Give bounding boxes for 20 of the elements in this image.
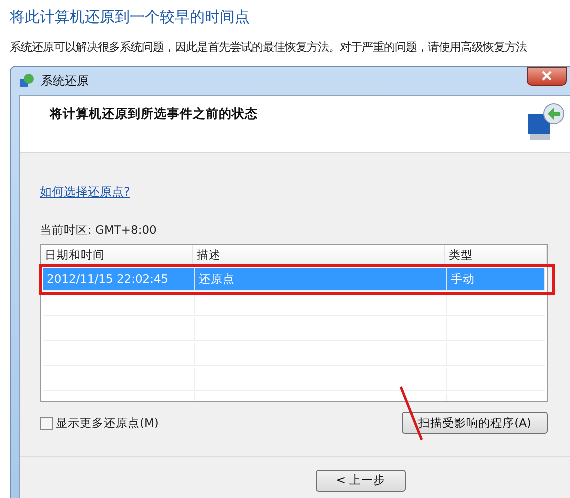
- timezone-label: 当前时区: GMT+8:00: [40, 223, 158, 238]
- computer-restore-icon: [526, 102, 566, 142]
- page-title: 将此计算机还原到一个较早的时间点: [9, 7, 251, 28]
- page-description: 系统还原可以解决很多系统问题，因此是首先尝试的最佳恢复方法。对于严重的问题，请使用高级恢复方法: [9, 39, 528, 56]
- dialog-heading: 将计算机还原到所选事件之前的状态: [50, 106, 258, 123]
- column-header[interactable]: 日期和时间: [41, 245, 193, 265]
- dialog-title: 系统还原: [41, 72, 89, 90]
- close-icon: [542, 71, 552, 81]
- close-button[interactable]: [527, 67, 567, 86]
- scan-button[interactable]: 扫描受影响的程序(A): [402, 412, 548, 434]
- table-cell: 手动: [447, 268, 545, 290]
- help-link[interactable]: 如何选择还原点?: [40, 185, 130, 199]
- checkbox-label: 显示更多还原点(M): [56, 416, 159, 430]
- column-header[interactable]: 描述: [193, 245, 445, 265]
- table-cell: 还原点: [195, 268, 447, 290]
- checkbox[interactable]: [40, 416, 53, 430]
- column-header[interactable]: 类型: [445, 245, 547, 265]
- restore-icon: [19, 73, 35, 89]
- table-cell: 2012/11/15 22:02:45: [43, 268, 195, 290]
- back-button[interactable]: < 上一步: [316, 470, 406, 492]
